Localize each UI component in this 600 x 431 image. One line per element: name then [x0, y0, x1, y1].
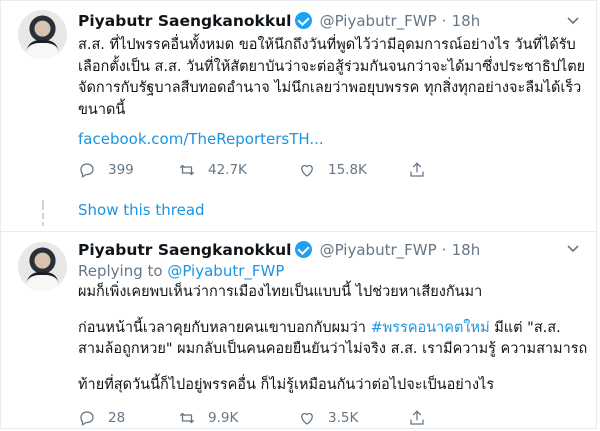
- tweet-line-text: ก่อนหน้านี้เวลาคุยกับหลายคนเขาบอกกับผมว่…: [78, 319, 371, 336]
- like-button[interactable]: 15.8K: [298, 161, 408, 179]
- share-button[interactable]: [408, 409, 438, 427]
- share-icon: [410, 162, 424, 177]
- tweet-line: ขนาดนี้: [78, 101, 126, 118]
- chevron-down-icon[interactable]: [566, 242, 580, 256]
- tweet-line-text: มีแต่ "ส.ส.: [489, 319, 561, 336]
- like-count: 3.5K: [328, 410, 359, 426]
- reply-button[interactable]: 28: [78, 409, 178, 427]
- tweet-line: สามล้อถูกหวย" ผมกลับเป็นคนคอยยืนยันว่าไม…: [78, 341, 588, 357]
- tweet-line: เลือกตั้งเป็น ส.ส. วันที่ให้สัตยาบันว่าจ…: [78, 58, 586, 75]
- separator-dot: ·: [441, 12, 447, 30]
- author-name[interactable]: Piyabutr Saengkanokkul: [78, 241, 292, 259]
- avatar[interactable]: [18, 10, 67, 59]
- thread-connector: [42, 222, 44, 226]
- thread-connector: [42, 200, 44, 210]
- separator-dot: ·: [441, 241, 447, 259]
- tweet-line: ท้ายที่สุดวันนี้ก็ไปอยู่พรรคอื่น ก็ไม่รู…: [78, 376, 495, 393]
- like-count: 15.8K: [328, 162, 367, 178]
- thread-connector: [42, 213, 44, 219]
- reply-button[interactable]: 399: [78, 161, 178, 179]
- external-link[interactable]: facebook.com/TheReportersTH...: [78, 130, 324, 148]
- tweet-line: ก่อนหน้านี้เวลาคุยกับหลายคนเขาบอกกับผมว่…: [78, 318, 588, 340]
- tweet-actions: 399 42.7K 15.8K: [78, 161, 438, 179]
- author-handle[interactable]: @Piyabutr_FWP: [320, 12, 437, 30]
- tweet-line: ส.ส. ที่ไปพรรคอื่นทั้งหมด ขอให้นึกถึงวัน…: [78, 37, 576, 53]
- show-thread-link[interactable]: Show this thread: [78, 201, 205, 219]
- replying-to: Replying to @Piyabutr_FWP: [78, 262, 284, 280]
- retweet-button[interactable]: 9.9K: [178, 409, 298, 427]
- chevron-down-icon[interactable]: [566, 14, 580, 28]
- reply-icon: [80, 411, 94, 426]
- retweet-icon: [179, 164, 195, 176]
- reply-count: 28: [108, 410, 126, 426]
- tweet-time[interactable]: 18h: [452, 12, 481, 30]
- tweet-1[interactable]: Piyabutr Saengkanokkul @Piyabutr_FWP · 1…: [0, 0, 597, 232]
- tweet-time[interactable]: 18h: [452, 241, 481, 259]
- share-icon: [410, 410, 424, 425]
- avatar[interactable]: [18, 242, 67, 291]
- replying-to-label: Replying to: [78, 262, 168, 280]
- tweet-line: ผมก็เพิ่งเคยพบเห็นว่าการเมืองไทยเป็นแบบน…: [78, 284, 483, 300]
- hashtag-link[interactable]: #พรรคอนาคตใหม่: [371, 320, 490, 336]
- reply-count: 399: [108, 162, 134, 178]
- share-button[interactable]: [408, 161, 438, 179]
- author-handle[interactable]: @Piyabutr_FWP: [320, 241, 437, 259]
- retweet-count: 9.9K: [208, 410, 239, 426]
- verified-badge-icon: [294, 12, 312, 29]
- tweet-text: ผมก็เพิ่งเคยพบเห็นว่าการเมืองไทยเป็นแบบน…: [78, 282, 588, 396]
- tweet-text: ส.ส. ที่ไปพรรคอื่นทั้งหมด ขอให้นึกถึงวัน…: [78, 35, 588, 121]
- heart-icon: [301, 412, 313, 425]
- reply-icon: [80, 163, 94, 178]
- replying-to-handle[interactable]: @Piyabutr_FWP: [167, 262, 284, 280]
- author-name[interactable]: Piyabutr Saengkanokkul: [78, 12, 292, 30]
- tweet-header: Piyabutr Saengkanokkul @Piyabutr_FWP · 1…: [78, 240, 480, 259]
- tweet-2[interactable]: Piyabutr Saengkanokkul @Piyabutr_FWP · 1…: [0, 232, 597, 430]
- tweet-actions: 28 9.9K 3.5K: [78, 409, 438, 427]
- like-button[interactable]: 3.5K: [298, 409, 408, 427]
- verified-badge-icon: [294, 241, 312, 258]
- tweet-header: Piyabutr Saengkanokkul @Piyabutr_FWP · 1…: [78, 11, 480, 30]
- tweet-line: จัดการกับรัฐบาลสืบทอดอำนาจ ไม่นึกเลยว่าพ…: [78, 80, 582, 96]
- heart-icon: [301, 164, 313, 177]
- retweet-button[interactable]: 42.7K: [178, 161, 298, 179]
- retweet-icon: [179, 412, 195, 424]
- retweet-count: 42.7K: [208, 162, 247, 178]
